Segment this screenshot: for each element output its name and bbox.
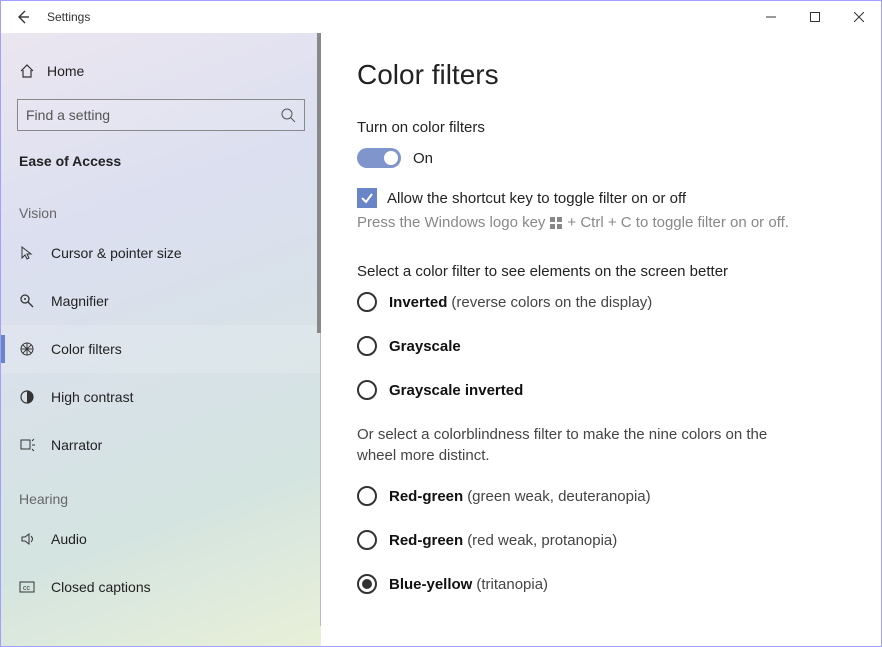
category-heading: Ease of Access <box>1 143 321 183</box>
radio-button[interactable] <box>357 486 377 506</box>
windows-logo-icon <box>549 216 563 230</box>
filter-detail: (tritanopia) <box>476 576 548 593</box>
sidebar-item-label: Magnifier <box>51 293 109 309</box>
sidebar-item-magnifier[interactable]: Magnifier <box>1 277 321 325</box>
contrast-icon <box>19 389 51 405</box>
search-box[interactable] <box>17 99 305 131</box>
sidebar-scrollbar-thumb[interactable] <box>317 33 321 333</box>
sidebar-item-label: Cursor & pointer size <box>51 245 182 261</box>
filter-name: Grayscale <box>389 338 461 355</box>
radio-button[interactable] <box>357 336 377 356</box>
filter-option-red-green[interactable]: Red-green(green weak, deuteranopia) <box>357 486 857 506</box>
toggle-state-label: On <box>413 150 433 167</box>
page-title: Color filters <box>357 59 857 91</box>
radio-button[interactable] <box>357 574 377 594</box>
back-button[interactable] <box>7 1 39 33</box>
magnifier-icon <box>19 293 51 309</box>
sidebar-item-cursor-pointer-size[interactable]: Cursor & pointer size <box>1 229 321 277</box>
minimize-button[interactable] <box>749 2 793 32</box>
sidebar-item-label: Closed captions <box>51 579 151 595</box>
main-content: Color filters Turn on color filters On A… <box>321 33 881 646</box>
back-arrow-icon <box>15 9 31 25</box>
home-icon <box>19 63 47 79</box>
sidebar-item-closed-captions[interactable]: cc Closed captions <box>1 563 321 611</box>
shortcut-hint-post: + Ctrl + C to toggle filter on or off. <box>567 214 789 231</box>
window-title: Settings <box>47 10 90 24</box>
search-input[interactable] <box>26 107 280 123</box>
sidebar-item-label: Color filters <box>51 341 122 357</box>
vision-subheading: Vision <box>1 183 321 229</box>
home-label: Home <box>47 63 84 79</box>
toggle-knob <box>384 151 398 165</box>
sidebar-item-high-contrast[interactable]: High contrast <box>1 373 321 421</box>
radio-button[interactable] <box>357 530 377 550</box>
close-button[interactable] <box>837 2 881 32</box>
filter-name: Grayscale inverted <box>389 382 523 399</box>
shortcut-hint-pre: Press the Windows logo key <box>357 214 545 231</box>
filter-name: Blue-yellow <box>389 576 472 593</box>
shortcut-hint: Press the Windows logo key + Ctrl + C to… <box>357 214 857 231</box>
filter-detail: (green weak, deuteranopia) <box>467 488 650 505</box>
filter-option-inverted[interactable]: Inverted(reverse colors on the display) <box>357 292 857 312</box>
filter-name: Red-green <box>389 532 463 549</box>
color-filters-icon <box>19 341 51 357</box>
sidebar-item-narrator[interactable]: Narrator <box>1 421 321 469</box>
shortcut-checkbox-label: Allow the shortcut key to toggle filter … <box>387 190 686 207</box>
titlebar: Settings <box>1 1 881 33</box>
narrator-icon <box>19 437 51 453</box>
sidebar-item-label: High contrast <box>51 389 133 405</box>
filter-name: Red-green <box>389 488 463 505</box>
sidebar-item-label: Narrator <box>51 437 102 453</box>
filter-name: Inverted <box>389 294 447 311</box>
close-icon <box>854 12 864 22</box>
audio-icon <box>19 531 51 547</box>
color-filters-toggle[interactable] <box>357 148 401 168</box>
cc-icon: cc <box>19 579 51 595</box>
filter-option-blue-yellow[interactable]: Blue-yellow(tritanopia) <box>357 574 857 594</box>
select-filter-label: Select a color filter to see elements on… <box>357 263 857 280</box>
filter-detail: (red weak, protanopia) <box>467 532 617 549</box>
filter-option-grayscale-inverted[interactable]: Grayscale inverted <box>357 380 857 400</box>
filter-detail: (reverse colors on the display) <box>451 294 652 311</box>
sidebar-item-label: Audio <box>51 531 87 547</box>
radio-button[interactable] <box>357 292 377 312</box>
cursor-icon <box>19 245 51 261</box>
check-icon <box>360 191 374 205</box>
sidebar: Home Ease of Access Vision Cursor & poin… <box>1 33 321 646</box>
shortcut-checkbox[interactable] <box>357 188 377 208</box>
sidebar-item-audio[interactable]: Audio <box>1 515 321 563</box>
minimize-icon <box>766 12 776 22</box>
toggle-heading: Turn on color filters <box>357 119 857 136</box>
svg-text:cc: cc <box>23 585 31 592</box>
maximize-button[interactable] <box>793 2 837 32</box>
sidebar-item-color-filters[interactable]: Color filters <box>1 325 321 373</box>
home-nav[interactable]: Home <box>1 51 321 91</box>
hearing-subheading: Hearing <box>1 469 321 515</box>
maximize-icon <box>810 12 820 22</box>
filter-option-grayscale[interactable]: Grayscale <box>357 336 857 356</box>
radio-button[interactable] <box>357 380 377 400</box>
search-icon <box>280 107 296 123</box>
filter-option-red-green[interactable]: Red-green(red weak, protanopia) <box>357 530 857 550</box>
colorblind-helper: Or select a colorblindness filter to mak… <box>357 424 777 466</box>
